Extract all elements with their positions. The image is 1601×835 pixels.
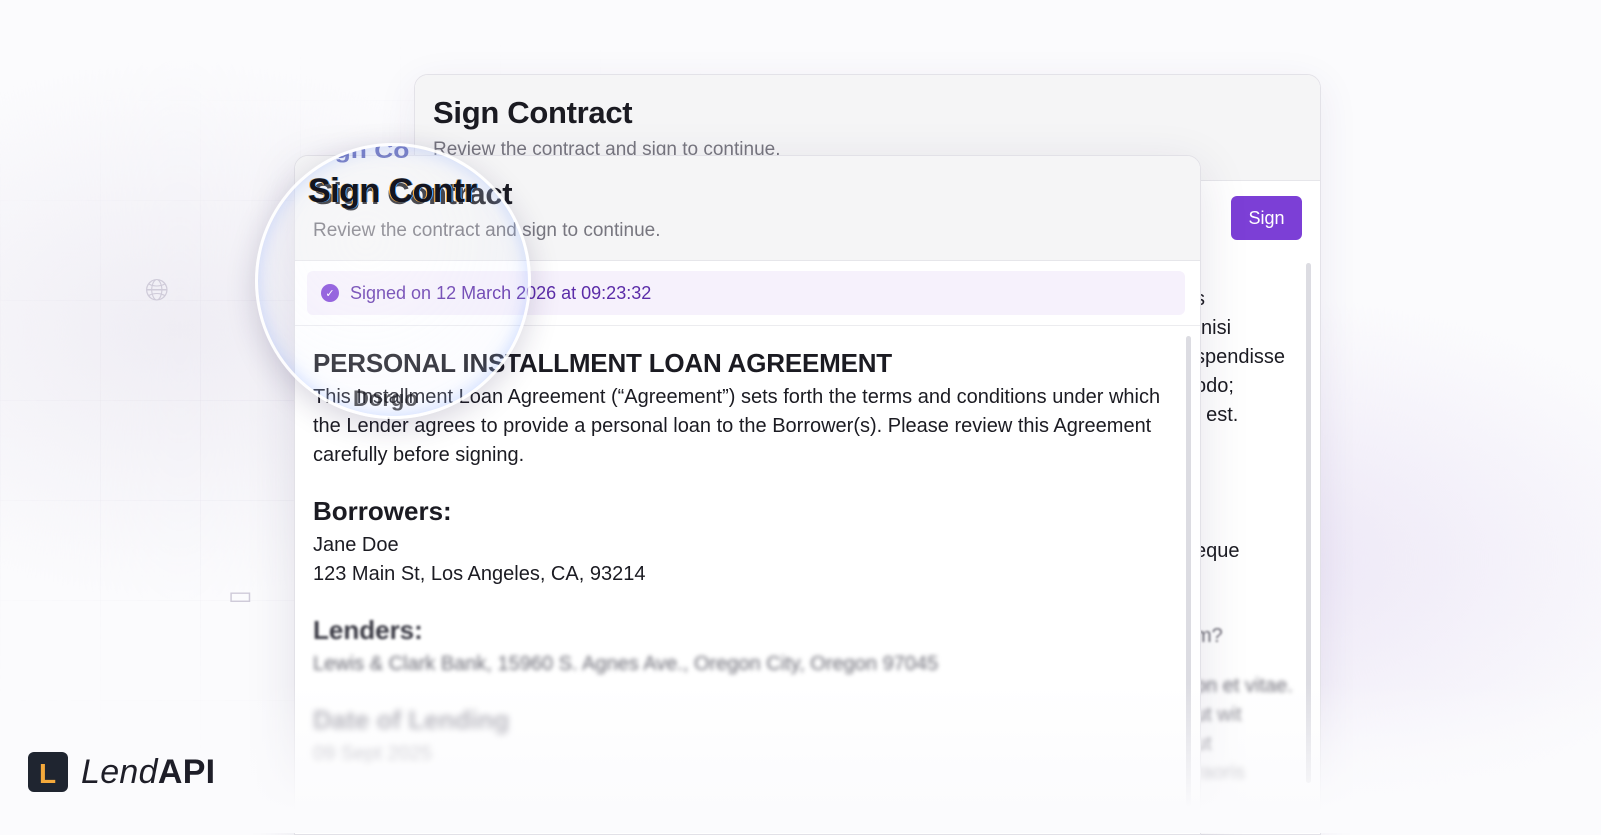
back-card-scrollbar[interactable] <box>1306 263 1311 783</box>
lens-arc-text: Sign Co <box>309 143 410 163</box>
lens-bottom-text: Dorgo <box>353 386 418 411</box>
back-card-title: Sign Contract <box>433 95 633 130</box>
sign-button[interactable]: Sign <box>1231 196 1302 240</box>
lendapi-logo: L LendAPI <box>28 752 215 792</box>
borrower-address: 123 Main St, Los Angeles, CA, 93214 <box>313 563 646 585</box>
magnifier-lens: Sign Co Sign Contr Dorgo <box>255 143 531 419</box>
logo-name-light: Lend <box>81 752 158 791</box>
date-of-lending-heading: Date of Lending <box>313 705 510 735</box>
logo-wordmark: LendAPI <box>81 753 215 792</box>
borrowers-heading: Borrowers: <box>313 496 452 526</box>
lender-detail: Lewis & Clark Bank, 15960 S. Agnes Ave.,… <box>313 653 939 675</box>
fragment: ut wit <box>1195 704 1242 726</box>
date-of-lending-value: 09 Sept 2025 <box>313 743 432 765</box>
logo-mark-letter: L <box>39 758 57 789</box>
lens-title-text: Sign Contr <box>308 172 477 210</box>
card-icon: ▭ <box>228 580 253 610</box>
fragment: on et vitae. <box>1195 675 1293 697</box>
logo-mark-icon: L <box>28 752 68 792</box>
fragment: spendisse <box>1195 346 1286 368</box>
fragment: raoris <box>1195 762 1246 784</box>
lenders-heading: Lenders: <box>313 615 423 645</box>
fragment: eque <box>1195 540 1240 562</box>
borrower-name: Jane Doe <box>313 534 399 556</box>
fragment: . est. <box>1195 404 1239 426</box>
globe-icon: 🌐︎ <box>145 274 169 307</box>
front-card-scrollbar[interactable] <box>1186 336 1191 806</box>
logo-name-bold: API <box>157 752 216 791</box>
fragment: nisi <box>1201 317 1232 339</box>
